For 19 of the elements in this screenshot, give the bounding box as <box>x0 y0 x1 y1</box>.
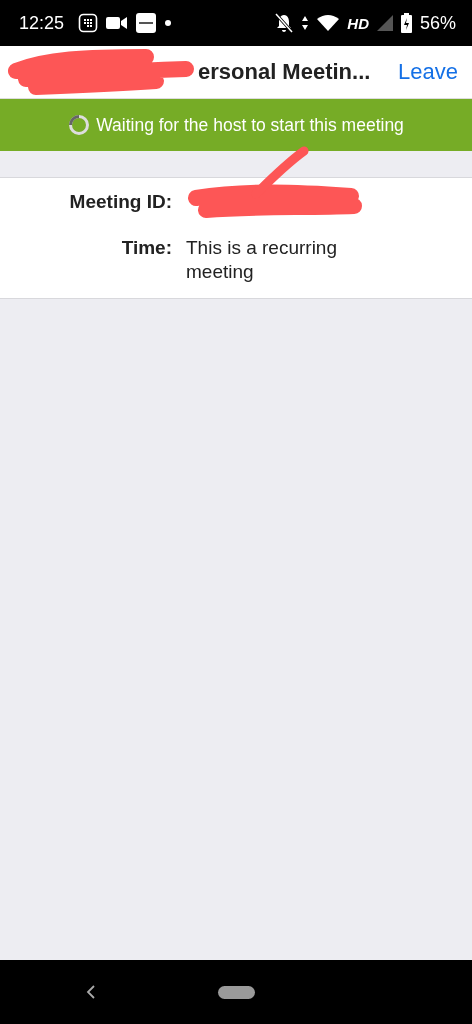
bell-off-icon <box>275 13 294 33</box>
clock: 12:25 <box>19 12 65 34</box>
signal-icon <box>376 15 393 31</box>
meeting-title: ersonal Meetin... <box>198 59 371 85</box>
data-arrows-icon <box>301 15 310 31</box>
battery-icon <box>400 13 412 33</box>
detail-label: Time: <box>120 236 172 260</box>
detail-value: This is a recurring meeting <box>186 236 338 284</box>
spinner-icon <box>68 114 91 136</box>
home-handle[interactable] <box>218 986 255 999</box>
back-icon[interactable] <box>85 984 97 1000</box>
leave-button[interactable]: Leave <box>398 59 458 85</box>
banner-message: Waiting for the host to start this meeting <box>96 114 404 136</box>
video-camera-icon <box>106 15 129 31</box>
network-label: HD <box>347 14 369 32</box>
detail-label: Meeting ID: <box>68 190 172 214</box>
dot-icon <box>164 19 173 27</box>
wifi-icon <box>317 15 340 31</box>
battery-level: 56% <box>419 12 456 34</box>
